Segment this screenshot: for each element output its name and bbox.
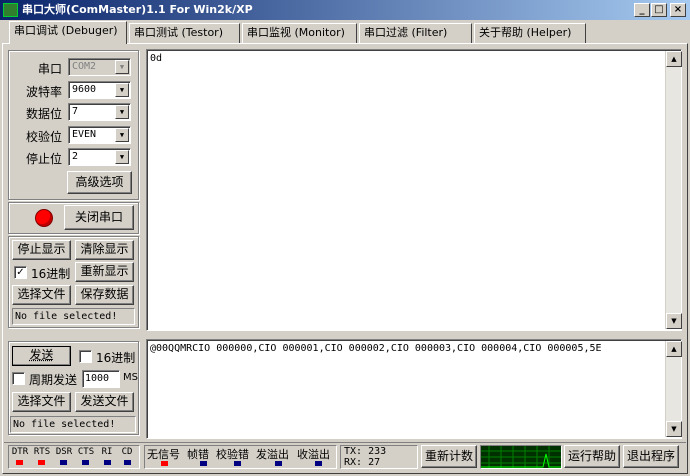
stopbits-label: 停止位: [25, 152, 62, 166]
stop-display-button[interactable]: 停止显示: [12, 240, 71, 260]
databits-select[interactable]: 7 ▼: [68, 103, 131, 121]
parity-value: EVEN: [72, 129, 97, 140]
tab-testor[interactable]: 串口测试 (Testor): [129, 23, 240, 43]
period-unit: MS: [123, 372, 138, 383]
error-parity-label: 校验错: [216, 448, 249, 461]
close-button[interactable]: ×: [670, 3, 686, 17]
parity-label: 校验位: [25, 130, 62, 144]
counter-panel: TX: 233 RX: 27: [340, 445, 418, 469]
receive-textarea[interactable]: 0d: [146, 49, 682, 331]
scroll-up-icon[interactable]: ▲: [666, 51, 682, 67]
led-dsr: [60, 460, 67, 465]
port-status-icon: [35, 209, 53, 227]
error-rx-overflow-label: 收溢出: [297, 448, 330, 461]
led-dtr: [16, 460, 23, 465]
chevron-down-icon: ▼: [115, 105, 129, 119]
window-title: 串口大师(ComMaster)1.1 For Win2k/XP: [22, 3, 253, 16]
receive-hex-label: 16进制: [31, 267, 71, 281]
tab-helper[interactable]: 关于帮助 (Helper): [474, 23, 586, 43]
scroll-down-icon[interactable]: ▼: [666, 313, 682, 329]
databits-value: 7: [72, 106, 79, 117]
app-icon: [3, 3, 18, 17]
receive-choose-file-button[interactable]: 选择文件: [12, 285, 71, 305]
redisplay-button[interactable]: 重新显示: [75, 262, 134, 282]
activity-graph: [480, 445, 562, 469]
activity-graph-svg: [481, 446, 561, 468]
signal-dsr-label: DSR: [55, 447, 73, 457]
send-hex-label: 16进制: [96, 351, 136, 365]
baud-value: 9600: [72, 84, 97, 95]
tx-count: TX: 233: [344, 446, 387, 457]
scroll-down-icon[interactable]: ▼: [666, 421, 682, 437]
tab-monitor[interactable]: 串口监视 (Monitor): [242, 23, 357, 43]
stopbits-select[interactable]: 2 ▼: [68, 148, 131, 166]
recount-button[interactable]: 重新计数: [421, 445, 477, 468]
signal-rts-label: RTS: [33, 447, 51, 457]
led-cts: [82, 460, 89, 465]
baud-select[interactable]: 9600 ▼: [68, 81, 131, 99]
receive-file-status: No file selected!: [12, 308, 135, 325]
title-bar[interactable]: 串口大师(ComMaster)1.1 For Win2k/XP: [0, 0, 690, 20]
port-label: 串口: [37, 62, 62, 76]
led-no-signal: [161, 461, 168, 466]
periodic-send-label: 周期发送: [29, 373, 78, 387]
advanced-options-button[interactable]: 高级选项: [67, 171, 132, 194]
send-file-status: No file selected!: [10, 416, 136, 433]
chevron-down-icon: ▼: [115, 83, 129, 97]
send-choose-file-button[interactable]: 选择文件: [12, 392, 71, 412]
chevron-down-icon: ▼: [115, 128, 129, 142]
chevron-down-icon: ▼: [115, 150, 129, 164]
exit-button[interactable]: 退出程序: [623, 445, 679, 468]
signal-cts-label: CTS: [77, 447, 95, 457]
databits-label: 数据位: [25, 107, 62, 121]
signal-cd-label: CD: [121, 447, 133, 457]
periodic-send-checkbox[interactable]: [12, 372, 25, 385]
led-ri: [104, 460, 111, 465]
receive-hex-checkbox[interactable]: ✓: [14, 266, 27, 279]
send-textarea[interactable]: @00QQMRCIO 000000,CIO 000001,CIO 000002,…: [146, 339, 682, 439]
run-help-button[interactable]: 运行帮助: [564, 445, 620, 468]
send-text: @00QQMRCIO 000000,CIO 000001,CIO 000002,…: [150, 343, 602, 354]
tab-filter[interactable]: 串口过滤 (Filter): [359, 23, 472, 43]
led-tx-overflow: [275, 461, 282, 466]
period-input[interactable]: 1000: [82, 370, 120, 388]
send-scrollbar[interactable]: ▲ ▼: [665, 341, 682, 437]
led-cd: [124, 460, 131, 465]
led-frame-error: [200, 461, 207, 466]
parity-select[interactable]: EVEN ▼: [68, 126, 131, 144]
stopbits-value: 2: [72, 151, 79, 162]
error-tx-overflow-label: 发溢出: [256, 448, 289, 461]
send-button[interactable]: 发送: [12, 346, 71, 366]
send-button-label: 发送: [29, 348, 54, 362]
maximize-button[interactable]: □: [651, 3, 667, 17]
error-panel: 无信号 帧错 校验错 发溢出 收溢出: [144, 445, 337, 469]
close-port-button[interactable]: 关闭串口: [64, 205, 134, 230]
tab-debuger[interactable]: 串口调试 (Debuger): [9, 21, 127, 44]
led-rts: [38, 460, 45, 465]
port-select[interactable]: COM2 ▼: [68, 58, 131, 76]
port-value: COM2: [72, 61, 97, 72]
rx-count: RX: 27: [344, 457, 381, 468]
receive-scrollbar[interactable]: ▲ ▼: [665, 51, 682, 329]
receive-text: 0d: [150, 53, 163, 64]
baud-label: 波特率: [25, 85, 62, 99]
signal-ri-label: RI: [101, 447, 113, 457]
clear-display-button[interactable]: 清除显示: [75, 240, 134, 260]
send-file-button[interactable]: 发送文件: [75, 392, 134, 412]
led-parity-error: [234, 461, 241, 466]
send-hex-checkbox[interactable]: [79, 350, 92, 363]
signal-lines-panel: DTR RTS DSR CTS RI CD: [8, 445, 140, 469]
error-no-signal-label: 无信号: [147, 448, 180, 461]
led-rx-overflow: [315, 461, 322, 466]
error-frame-label: 帧错: [187, 448, 209, 461]
signal-dtr-label: DTR: [11, 447, 29, 457]
chevron-down-icon: ▼: [115, 60, 129, 74]
scroll-up-icon[interactable]: ▲: [666, 341, 682, 357]
minimize-button[interactable]: _: [634, 3, 650, 17]
save-data-button[interactable]: 保存数据: [75, 285, 134, 305]
